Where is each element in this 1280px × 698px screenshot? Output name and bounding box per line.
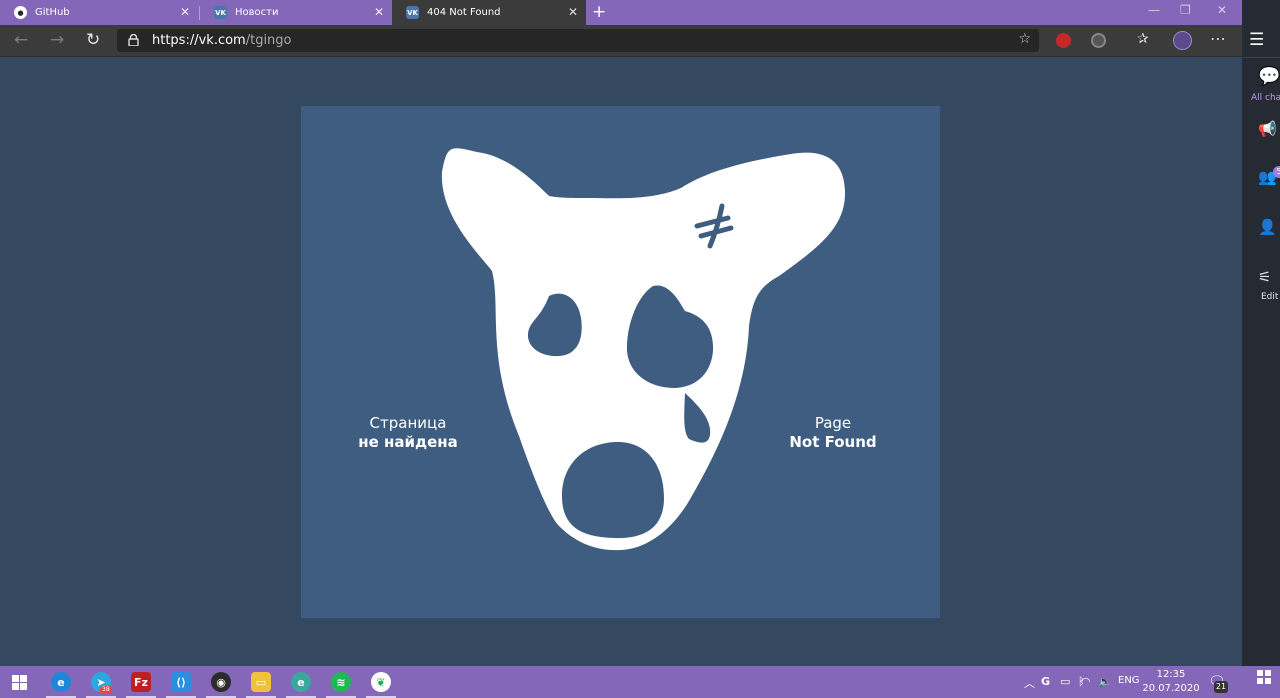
caption-english-line1: Page: [814, 414, 852, 432]
vscode-icon[interactable]: ⟨⟩: [166, 672, 196, 698]
maximize-icon[interactable]: ❐: [1180, 3, 1191, 17]
favorite-star-icon[interactable]: ☆: [1018, 31, 1031, 47]
windows-logo-icon[interactable]: [1257, 670, 1271, 684]
language-indicator[interactable]: ENG: [1118, 675, 1140, 686]
extension-adblock-icon[interactable]: [1056, 33, 1071, 48]
new-tab-button[interactable]: +: [592, 2, 606, 22]
browser-toolbar: ← → ↻ https://vk.com/tgingo ☆ ✰ ⋯: [0, 25, 1242, 57]
tab-github[interactable]: ● GitHub ✕: [0, 0, 198, 25]
edit-label[interactable]: Edit: [1261, 292, 1278, 302]
show-hidden-icons-icon[interactable]: ︿: [1024, 675, 1035, 691]
volume-icon[interactable]: 🔈: [1098, 675, 1112, 688]
tab-strip: ● GitHub ✕ VK Новости ✕ VK 404 Not Found…: [0, 0, 1242, 25]
close-tab-icon[interactable]: ✕: [180, 5, 190, 19]
obs-icon[interactable]: ◉: [206, 672, 236, 698]
megaphone-icon[interactable]: 📢: [1258, 120, 1277, 138]
spotify-icon[interactable]: ≋: [326, 672, 356, 698]
extension-owl-icon[interactable]: [1091, 33, 1106, 48]
start-button[interactable]: [12, 675, 27, 690]
refresh-icon[interactable]: ↻: [86, 31, 100, 49]
address-bar[interactable]: https://vk.com/tgingo ☆: [117, 29, 1039, 52]
sliders-icon[interactable]: ⚟: [1258, 268, 1271, 286]
lock-icon: [128, 34, 139, 46]
chat-icon[interactable]: 💬: [1258, 66, 1280, 87]
forward-icon[interactable]: →: [50, 31, 64, 49]
edge-dev-icon[interactable]: e: [286, 672, 316, 698]
telegram-badge: 38: [100, 686, 112, 694]
tab-404[interactable]: VK 404 Not Found ✕: [392, 0, 586, 25]
clock-date: 20.07.2020: [1142, 683, 1200, 694]
notifications-badge: 21: [1214, 681, 1228, 693]
github-icon: ●: [14, 6, 27, 19]
wifi-icon[interactable]: ◠: [1081, 675, 1091, 688]
minimize-icon[interactable]: —: [1148, 3, 1160, 17]
caption-english: Page Not Found: [753, 414, 913, 452]
vk-icon: VK: [406, 6, 419, 19]
close-tab-icon[interactable]: ✕: [568, 5, 578, 19]
contacts-badge: 5: [1273, 166, 1280, 178]
battery-icon[interactable]: ▭: [1060, 675, 1070, 688]
profile-avatar[interactable]: [1173, 31, 1192, 50]
tab-title: Новости: [235, 7, 279, 18]
panel-divider: [1242, 57, 1280, 58]
url-text: https://vk.com/tgingo: [152, 33, 292, 48]
all-chats-label[interactable]: All cha: [1251, 93, 1280, 103]
back-icon[interactable]: ←: [14, 31, 28, 49]
caption-russian: Страница не найдена: [328, 414, 488, 452]
windows-taskbar: e ➤ Fz ⟨⟩ ◉ ▭ e ≋ ❦ ︿ G ▭ ᛒ ◠ 🔈 ENG 12:3…: [0, 666, 1280, 698]
favorites-icon[interactable]: ✰: [1137, 31, 1149, 47]
sad-vk-dog-icon: [441, 148, 846, 551]
more-menu-icon[interactable]: ⋯: [1210, 29, 1226, 48]
close-tab-icon[interactable]: ✕: [374, 5, 384, 19]
tab-title: 404 Not Found: [427, 7, 501, 18]
grammarly-icon[interactable]: G: [1041, 675, 1050, 688]
mongodb-compass-icon[interactable]: ❦: [366, 672, 396, 698]
tab-title: GitHub: [35, 7, 70, 18]
user-icon[interactable]: 👤: [1258, 218, 1277, 236]
clock-time: 12:35: [1156, 669, 1186, 680]
hamburger-menu-icon[interactable]: ☰: [1249, 30, 1264, 50]
url-path: /tgingo: [245, 33, 292, 48]
caption-english-line2: Not Found: [789, 433, 877, 451]
not-found-card: Страница не найдена Page Not Found: [301, 106, 940, 618]
messenger-side-panel: ☰ 💬 All cha 📢 👥 5 👤 ⚟ Edit: [1242, 0, 1280, 666]
url-host: https://vk.com: [152, 33, 246, 48]
caption-russian-line1: Страница: [369, 414, 447, 432]
vk-icon: VK: [214, 6, 227, 19]
tab-news[interactable]: VK Новости ✕: [200, 0, 392, 25]
caption-russian-line2: не найдена: [358, 433, 458, 451]
clock[interactable]: 12:35 20.07.2020: [1141, 668, 1201, 696]
close-window-icon[interactable]: ✕: [1217, 3, 1227, 17]
page-viewport: Страница не найдена Page Not Found: [0, 57, 1242, 666]
edge-icon[interactable]: e: [46, 672, 76, 698]
file-explorer-icon[interactable]: ▭: [246, 672, 276, 698]
filezilla-icon[interactable]: Fz: [126, 672, 156, 698]
